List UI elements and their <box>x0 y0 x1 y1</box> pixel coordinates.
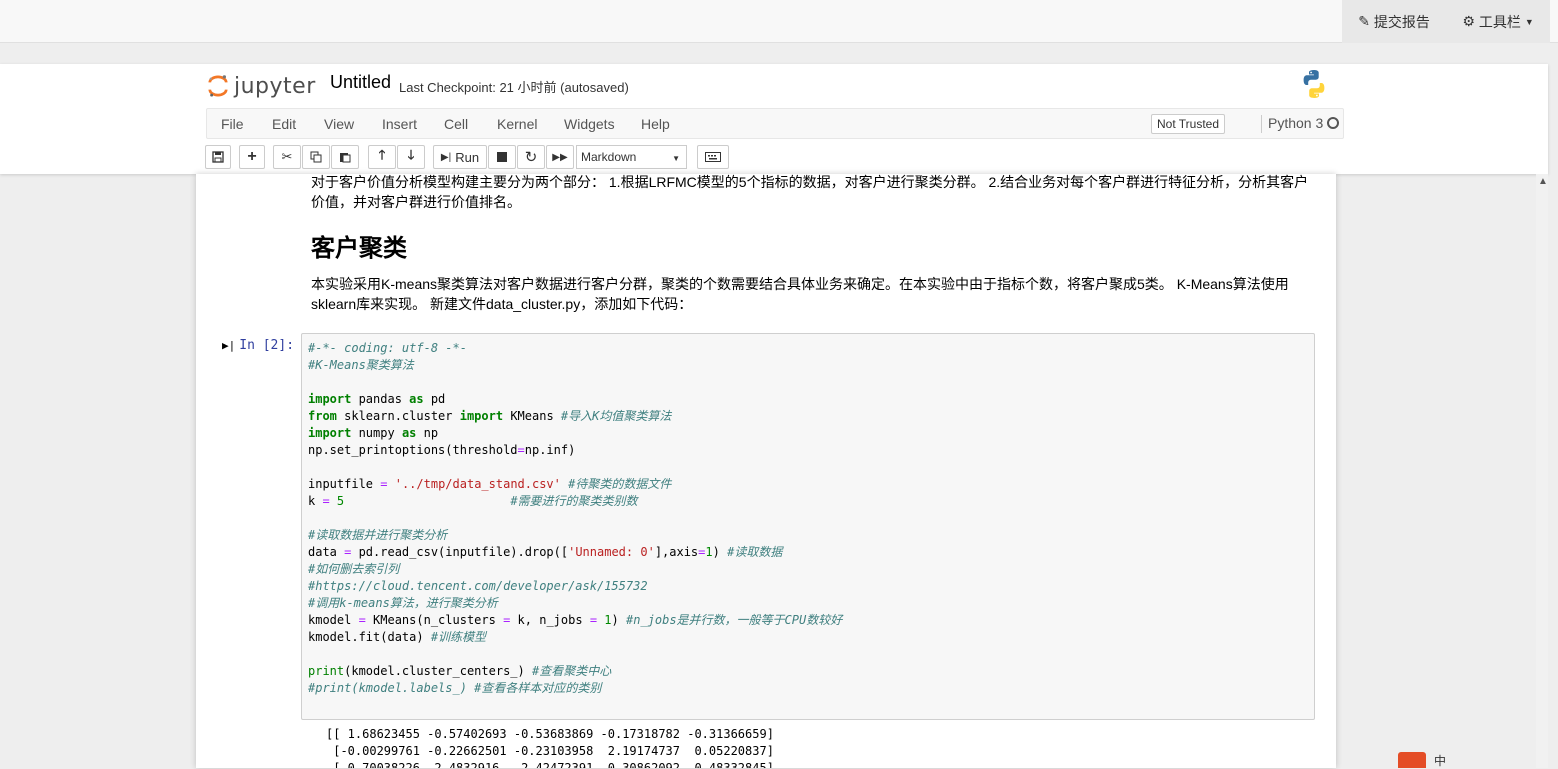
top-bar-actions: ✎ 提交报告 ⚙ 工具栏 ▼ <box>1342 0 1550 43</box>
menu-file[interactable]: File <box>221 116 244 132</box>
sogou-ime-icon[interactable] <box>1398 752 1426 768</box>
gear-icon: ⚙ <box>1462 13 1475 29</box>
cell-type-select[interactable]: Markdown ▼ <box>576 145 687 169</box>
move-up-button[interactable]: 🡑 <box>368 145 396 169</box>
top-bar: ✎ 提交报告 ⚙ 工具栏 ▼ <box>0 0 1558 43</box>
kernel-name: Python 3 <box>1261 115 1323 133</box>
output-line: [-0.00299761 -0.22662501 -0.23103958 2.1… <box>326 744 774 758</box>
output-line: [[ 1.68623455 -0.57402693 -0.53683869 -0… <box>326 727 774 741</box>
toolbar-menu-label: 工具栏 <box>1478 13 1521 30</box>
ime-toolbar: 中 <box>1398 752 1446 768</box>
fast-forward-icon: ▶▶ <box>552 151 568 163</box>
section-heading: 客户聚类 <box>311 235 407 262</box>
run-cell-icon[interactable]: ▶| <box>222 339 235 352</box>
prompt-label: In [2]: <box>239 338 295 353</box>
restart-run-all-button[interactable]: ▶▶ <box>546 145 574 169</box>
move-down-button[interactable]: 🡓 <box>397 145 425 169</box>
save-icon <box>212 151 224 163</box>
save-button[interactable] <box>205 145 231 169</box>
arrow-up-icon: 🡑 <box>378 147 386 162</box>
menu-insert[interactable]: Insert <box>382 116 417 132</box>
pencil-icon: ✎ <box>1358 13 1370 29</box>
caret-down-icon: ▼ <box>672 154 680 163</box>
arrow-down-icon: 🡓 <box>407 147 415 162</box>
copy-button[interactable] <box>302 145 330 169</box>
paste-button[interactable] <box>331 145 359 169</box>
interrupt-button[interactable] <box>488 145 516 169</box>
submit-report-label: 提交报告 <box>1373 13 1430 30</box>
run-button[interactable]: ▶| Run <box>433 145 487 169</box>
step-forward-icon: ▶| <box>440 151 452 163</box>
restart-button[interactable]: ↻ <box>517 145 545 169</box>
refresh-icon: ↻ <box>524 149 538 166</box>
menu-kernel[interactable]: Kernel <box>497 116 537 132</box>
stop-icon <box>497 152 507 162</box>
toolbar-menu-button[interactable]: ⚙ 工具栏 ▼ <box>1462 12 1533 32</box>
paste-icon <box>340 153 351 163</box>
notebook-name[interactable]: Untitled <box>330 72 391 93</box>
jupyter-wordmark: jupyter <box>234 73 316 99</box>
cell-type-value: Markdown <box>581 150 637 164</box>
markdown-paragraph: 本实验采用K-means聚类算法对客户数据进行客户分群，聚类的个数需要结合具体业… <box>311 276 1289 312</box>
jupyter-logo[interactable]: jupyter <box>208 68 316 104</box>
cell-prompt: ▶| In [2]: <box>222 338 294 353</box>
caret-down-icon: ▼ <box>1524 16 1534 27</box>
checkpoint-status: Last Checkpoint: 21 小时前 (autosaved) <box>399 80 629 95</box>
insert-cell-button[interactable]: + <box>239 145 265 169</box>
menu-bar: File Edit View Insert Cell Kernel Widget… <box>206 108 1344 139</box>
code-content: #-*- coding: utf-8 -*- #K-Means聚类算法 impo… <box>308 341 843 695</box>
notebook-header: jupyter Untitled Last Checkpoint: 21 小时前… <box>0 64 1548 174</box>
menu-cell[interactable]: Cell <box>444 116 468 132</box>
vertical-scrollbar[interactable] <box>1536 174 1548 768</box>
ime-language-indicator[interactable]: 中 <box>1434 752 1446 768</box>
menu-edit[interactable]: Edit <box>272 116 296 132</box>
menu-view[interactable]: View <box>324 116 354 132</box>
copy-icon <box>310 151 322 163</box>
markdown-intro: 对于客户价值分析模型构建主要分为两个部分： 1.根据LRFMC模型的5个指标的数… <box>311 174 1309 210</box>
keyboard-icon <box>705 152 721 162</box>
command-palette-button[interactable] <box>697 145 729 169</box>
not-trusted-button[interactable]: Not Trusted <box>1151 114 1226 134</box>
output-line: [-0.70038226 -2.4832916 -2.42472391 0.30… <box>326 761 774 768</box>
menu-widgets[interactable]: Widgets <box>564 116 615 132</box>
cut-button[interactable]: ✂ <box>273 145 301 169</box>
scissors-icon: ✂ <box>281 149 293 164</box>
menu-help[interactable]: Help <box>641 116 670 132</box>
code-cell-input[interactable]: #-*- coding: utf-8 -*- #K-Means聚类算法 impo… <box>301 333 1315 720</box>
cell-output: [[ 1.68623455 -0.57402693 -0.53683869 -0… <box>326 726 774 768</box>
run-label: Run <box>455 149 480 165</box>
kernel-idle-indicator-icon <box>1327 117 1339 129</box>
submit-report-button[interactable]: ✎ 提交报告 <box>1358 12 1430 32</box>
plus-icon: + <box>247 148 257 165</box>
scroll-up-arrow-icon[interactable]: ▲ <box>1538 176 1548 187</box>
python-logo-icon <box>1303 70 1325 98</box>
notebook-container: 对于客户价值分析模型构建主要分为两个部分： 1.根据LRFMC模型的5个指标的数… <box>196 174 1336 768</box>
jupyter-ring-icon <box>208 75 228 97</box>
